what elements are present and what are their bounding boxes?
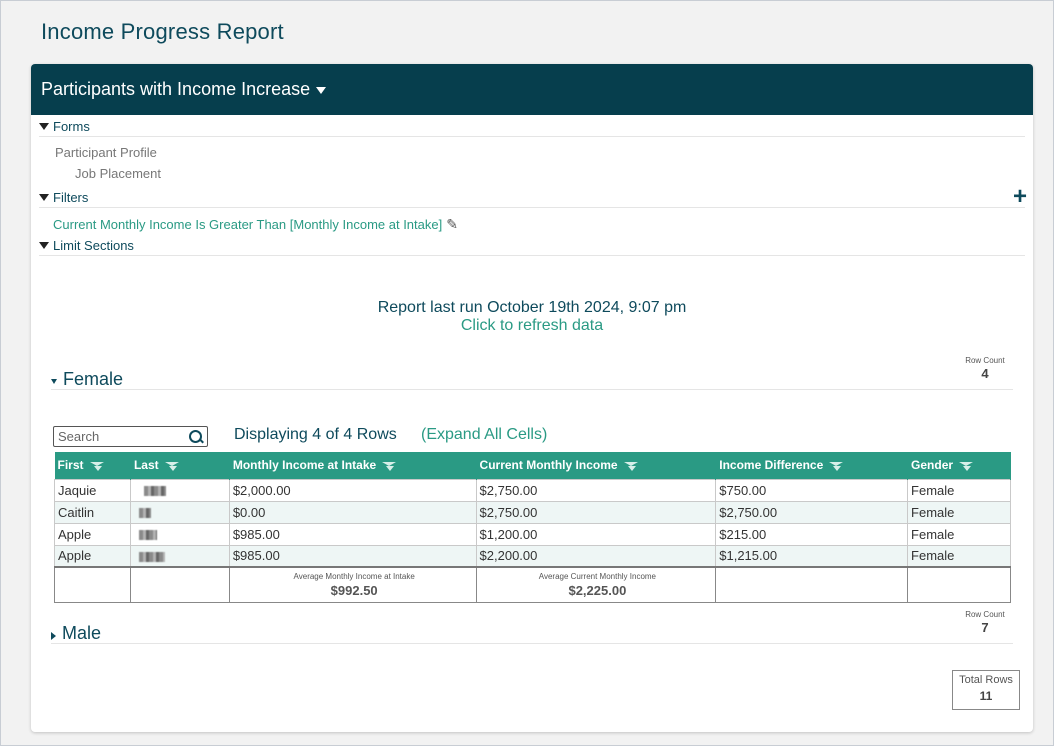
filter-condition-link[interactable]: Current Monthly Income Is Greater Than […: [53, 216, 458, 233]
summary-intake-value: $992.50: [330, 582, 378, 598]
cell-last-redacted: [129, 544, 230, 568]
summary-empty: [54, 566, 131, 603]
sort-icon: [959, 461, 974, 471]
cell-last-redacted: [129, 522, 230, 546]
search-icon[interactable]: [187, 427, 207, 447]
group-male-toggle[interactable]: Male: [51, 623, 1013, 644]
cell-difference: $2,750.00: [715, 500, 909, 524]
limit-sections-toggle[interactable]: Limit Sections: [39, 236, 1025, 256]
row-count-label: Row Count: [965, 356, 1005, 365]
report-title: Participants with Income Increase: [41, 79, 311, 99]
cell-first: Jaquie: [54, 478, 131, 502]
column-header-difference[interactable]: Income Difference: [715, 452, 909, 479]
forms-label: Forms: [53, 119, 90, 134]
summary-intake: Average Monthly Income at Intake $992.50: [228, 566, 477, 603]
summary-current: Average Current Monthly Income $2,225.00: [475, 566, 717, 603]
summary-row: Average Monthly Income at Intake $992.50…: [54, 566, 1011, 603]
cell-current: $2,750.00: [475, 478, 717, 502]
redacted-text: [138, 530, 157, 541]
caret-right-icon: [51, 631, 56, 640]
cell-intake: $985.00: [228, 544, 477, 568]
sort-icon: [623, 461, 638, 471]
forms-section-toggle[interactable]: Forms: [39, 117, 1025, 137]
table-row[interactable]: Jaquie $2,000.00 $2,750.00 $750.00 Femal…: [54, 478, 1011, 502]
redacted-text: [138, 508, 151, 519]
column-header-current[interactable]: Current Monthly Income: [476, 452, 717, 479]
displaying-rows-text: Displaying 4 of 4 Rows: [234, 426, 397, 443]
report-card: Participants with Income Increase Forms …: [31, 64, 1033, 732]
summary-empty: [129, 566, 230, 603]
search-input[interactable]: [54, 429, 187, 444]
cell-first: Caitlin: [54, 500, 131, 524]
caret-down-icon: [39, 123, 49, 130]
female-data-table: First Last Monthly Income at Intake Curr…: [54, 452, 1011, 603]
total-rows-value: 11: [979, 689, 993, 703]
column-header-gender[interactable]: Gender: [907, 452, 1011, 479]
cell-gender: Female: [907, 522, 1011, 546]
group-label: Female: [63, 369, 124, 389]
column-header-first[interactable]: First: [54, 452, 131, 479]
group-label: Male: [62, 623, 102, 643]
sort-icon: [89, 461, 104, 471]
redacted-text: [143, 486, 166, 497]
cell-difference: $215.00: [715, 522, 909, 546]
cell-current: $1,200.00: [475, 522, 717, 546]
cell-current: $2,750.00: [475, 500, 717, 524]
table-row[interactable]: Caitlin $0.00 $2,750.00 $2,750.00 Female: [54, 500, 1011, 524]
group-female-toggle[interactable]: Female: [51, 369, 1013, 390]
cell-last-redacted: [129, 500, 230, 524]
caret-down-icon: [316, 87, 327, 94]
limit-sections-label: Limit Sections: [53, 238, 134, 253]
sort-icon: [164, 461, 179, 471]
summary-empty: [715, 566, 909, 603]
sort-icon: [829, 461, 844, 471]
sort-icon: [382, 461, 397, 471]
filters-section-toggle[interactable]: Filters: [39, 188, 1025, 208]
cell-difference: $1,215.00: [715, 544, 909, 568]
cell-gender: Female: [907, 544, 1011, 568]
cell-current: $2,200.00: [475, 544, 717, 568]
total-rows-box: Total Rows 11: [952, 670, 1020, 710]
filters-label: Filters: [53, 190, 89, 205]
report-title-dropdown[interactable]: Participants with Income Increase: [31, 64, 1033, 115]
add-filter-button[interactable]: +: [1013, 185, 1027, 209]
filter-text: Current Monthly Income Is Greater Than […: [53, 217, 443, 232]
form-item-job-placement: Job Placement: [75, 166, 161, 181]
search-field: [53, 426, 208, 447]
summary-current-label: Average Current Monthly Income: [538, 571, 657, 581]
summary-empty: [907, 566, 1011, 603]
cell-intake: $2,000.00: [228, 478, 477, 502]
pencil-icon[interactable]: ✎: [446, 216, 458, 233]
expand-all-cells-link[interactable]: (Expand All Cells): [421, 426, 547, 444]
total-rows-label: Total Rows: [959, 674, 1013, 686]
column-header-last[interactable]: Last: [130, 452, 230, 479]
cell-difference: $750.00: [715, 478, 909, 502]
cell-gender: Female: [907, 500, 1011, 524]
report-last-run: Report last run October 19th 2024, 9:07 …: [377, 299, 687, 316]
summary-current-value: $2,225.00: [568, 582, 627, 598]
table-row[interactable]: Apple $985.00 $2,200.00 $1,215.00 Female: [54, 544, 1011, 568]
caret-down-icon: [39, 194, 49, 201]
row-count-label: Row Count: [965, 610, 1005, 619]
column-header-intake[interactable]: Monthly Income at Intake: [229, 452, 477, 479]
caret-down-icon: [39, 242, 49, 249]
cell-first: Apple: [54, 522, 131, 546]
cell-last-redacted: [129, 478, 230, 502]
table-row[interactable]: Apple $985.00 $1,200.00 $215.00 Female: [54, 522, 1011, 546]
refresh-data-link[interactable]: Click to refresh data: [31, 317, 1033, 335]
cell-gender: Female: [907, 478, 1011, 502]
caret-down-icon: [51, 379, 57, 384]
summary-intake-label: Average Monthly Income at Intake: [293, 571, 415, 581]
cell-first: Apple: [54, 544, 131, 568]
redacted-text: [138, 551, 165, 562]
cell-intake: $0.00: [228, 500, 477, 524]
cell-intake: $985.00: [228, 522, 477, 546]
page-title: Income Progress Report: [41, 19, 284, 44]
form-item-participant-profile: Participant Profile: [55, 145, 157, 160]
